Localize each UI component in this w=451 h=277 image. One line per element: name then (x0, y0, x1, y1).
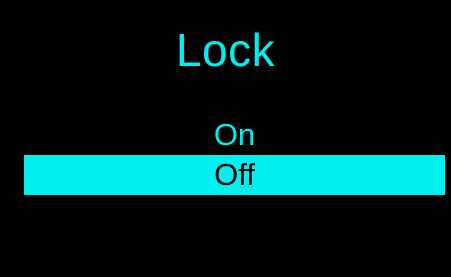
option-on-label: On (213, 117, 256, 152)
option-on[interactable]: On (24, 115, 445, 155)
option-off-label: Off (214, 157, 255, 192)
option-off-selected[interactable]: Off (24, 155, 445, 195)
lock-option-list: On Off (0, 0, 451, 277)
lock-screen: Lock On Off (0, 0, 451, 277)
